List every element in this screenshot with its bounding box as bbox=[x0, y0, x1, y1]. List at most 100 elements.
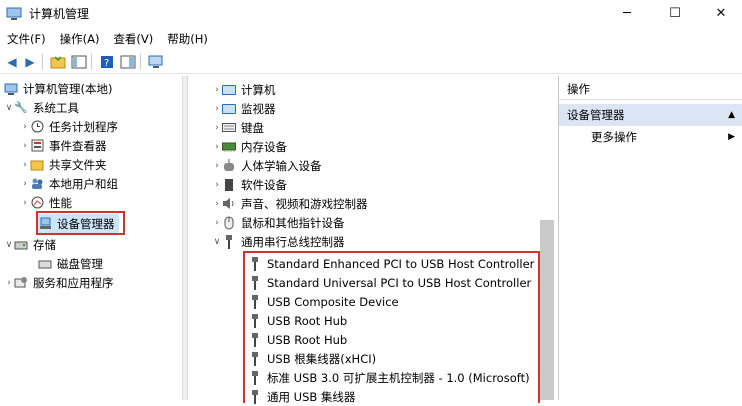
device-category-computer[interactable]: › 计算机 bbox=[212, 80, 275, 99]
vertical-scrollbar[interactable] bbox=[540, 220, 554, 400]
console-tree: 计算机管理(本地) ∨ 🔧 系统工具 › 任务计划程序 › 事件查看器 › 共享… bbox=[0, 76, 183, 400]
hid-icon bbox=[222, 159, 236, 173]
chevron-right-icon[interactable]: › bbox=[212, 161, 222, 171]
chevron-right-icon[interactable]: › bbox=[4, 278, 14, 288]
menu-bar: 文件(F) 操作(A) 查看(V) 帮助(H) bbox=[0, 29, 742, 49]
usb-device-item[interactable]: USB Composite Device bbox=[248, 292, 399, 311]
actions-device-manager[interactable]: 设备管理器 ▲ bbox=[559, 104, 742, 126]
minimize-button[interactable]: ─ bbox=[604, 0, 650, 27]
tree-item-storage[interactable]: ∨ 存储 bbox=[4, 235, 56, 254]
menu-file[interactable]: 文件(F) bbox=[7, 31, 46, 47]
tree-item-task-scheduler[interactable]: › 任务计划程序 bbox=[20, 117, 118, 136]
device-category-keyboard[interactable]: › 键盘 bbox=[212, 118, 264, 137]
menu-view[interactable]: 查看(V) bbox=[113, 31, 153, 47]
chevron-down-icon[interactable]: ∨ bbox=[4, 240, 14, 250]
chevron-right-icon[interactable]: › bbox=[20, 160, 30, 170]
submenu-arrow-icon: ▶ bbox=[728, 132, 735, 142]
folder-up-icon[interactable] bbox=[49, 53, 67, 71]
category-label: 内存设备 bbox=[241, 139, 287, 154]
back-icon[interactable]: ◀ bbox=[3, 53, 21, 71]
help-icon[interactable]: ? bbox=[98, 53, 116, 71]
device-category-monitor[interactable]: › 监视器 bbox=[212, 99, 276, 118]
chevron-right-icon[interactable]: › bbox=[20, 122, 30, 132]
tree-item-system-tools[interactable]: ∨ 🔧 系统工具 bbox=[4, 98, 79, 117]
speaker-icon bbox=[222, 197, 236, 211]
menu-action[interactable]: 操作(A) bbox=[60, 31, 100, 47]
usb-plug-icon bbox=[248, 294, 262, 309]
disk-icon bbox=[38, 257, 52, 271]
usb-plug-icon bbox=[248, 389, 262, 404]
shared-folder-icon bbox=[30, 158, 44, 172]
device-category-hid[interactable]: › 人体学输入设备 bbox=[212, 156, 321, 175]
tree-item-disk-management[interactable]: 磁盘管理 bbox=[38, 254, 103, 273]
usb-device-item[interactable]: 通用 USB 集线器 bbox=[248, 387, 355, 406]
tree-label: 任务计划程序 bbox=[49, 119, 118, 134]
mouse-icon bbox=[222, 216, 236, 230]
category-label: 键盘 bbox=[241, 120, 264, 135]
device-label: Standard Universal PCI to USB Host Contr… bbox=[267, 275, 532, 290]
usb-device-item[interactable]: USB 根集线器(xHCI) bbox=[248, 349, 376, 368]
device-category-software[interactable]: › 软件设备 bbox=[212, 175, 287, 194]
usb-icon bbox=[222, 234, 236, 249]
chevron-right-icon[interactable]: › bbox=[212, 123, 222, 133]
more-actions[interactable]: 更多操作 ▶ bbox=[559, 127, 742, 147]
window-title: 计算机管理 bbox=[29, 7, 90, 21]
usb-device-item[interactable]: USB Root Hub bbox=[248, 330, 347, 349]
chevron-right-icon[interactable]: › bbox=[20, 141, 30, 151]
collapse-up-icon[interactable]: ▲ bbox=[728, 110, 735, 120]
show-action-pane-icon[interactable] bbox=[119, 53, 137, 71]
device-category-memory[interactable]: › 内存设备 bbox=[212, 137, 287, 156]
device-label: 通用 USB 集线器 bbox=[267, 389, 356, 404]
device-label: USB Root Hub bbox=[267, 313, 348, 328]
tree-item-event-viewer[interactable]: › 事件查看器 bbox=[20, 136, 106, 155]
usb-device-item[interactable]: Standard Universal PCI to USB Host Contr… bbox=[248, 273, 531, 292]
forward-icon[interactable]: ▶ bbox=[21, 53, 39, 71]
chevron-right-icon[interactable]: › bbox=[212, 85, 222, 95]
chevron-down-icon[interactable]: ∨ bbox=[212, 237, 222, 247]
category-label: 软件设备 bbox=[241, 177, 287, 192]
device-manager-highlight bbox=[36, 211, 125, 235]
actions-pane: 操作 设备管理器 ▲ 更多操作 ▶ bbox=[558, 76, 742, 400]
usb-device-item[interactable]: 标准 USB 3.0 可扩展主机控制器 - 1.0 (Microsoft) bbox=[248, 368, 530, 387]
tree-label: 存储 bbox=[33, 237, 56, 252]
device-category-sound[interactable]: › 声音、视频和游戏控制器 bbox=[212, 194, 368, 213]
chevron-right-icon[interactable]: › bbox=[212, 142, 222, 152]
usb-plug-icon bbox=[248, 332, 262, 347]
chevron-right-icon[interactable]: › bbox=[20, 179, 30, 189]
tree-item-performance[interactable]: › 性能 bbox=[20, 193, 72, 212]
device-label: USB 根集线器(xHCI) bbox=[267, 351, 377, 366]
device-category-usb[interactable]: ∨ 通用串行总线控制器 bbox=[212, 232, 345, 251]
tree-item-shared-folders[interactable]: › 共享文件夹 bbox=[20, 155, 106, 174]
chevron-right-icon[interactable]: › bbox=[212, 199, 222, 209]
chevron-down-icon[interactable]: ∨ bbox=[4, 103, 14, 113]
tools-icon: 🔧 bbox=[14, 101, 28, 114]
properties-icon[interactable] bbox=[147, 53, 165, 71]
maximize-button[interactable]: ☐ bbox=[652, 0, 698, 27]
tree-item-local-users[interactable]: › 本地用户和组 bbox=[20, 174, 118, 193]
close-button[interactable]: ✕ bbox=[698, 0, 742, 27]
storage-icon bbox=[14, 238, 28, 252]
usb-device-item[interactable]: Standard Enhanced PCI to USB Host Contro… bbox=[248, 254, 534, 273]
show-tree-icon[interactable] bbox=[70, 53, 88, 71]
computer-icon bbox=[222, 83, 236, 97]
device-label: 标准 USB 3.0 可扩展主机控制器 - 1.0 (Microsoft) bbox=[267, 370, 530, 385]
category-label: 声音、视频和游戏控制器 bbox=[241, 196, 368, 211]
performance-icon bbox=[30, 196, 44, 210]
event-viewer-icon bbox=[30, 139, 44, 153]
usb-device-item[interactable]: USB Root Hub bbox=[248, 311, 347, 330]
device-label: USB Composite Device bbox=[267, 294, 399, 309]
computer-management-icon bbox=[6, 7, 22, 21]
device-category-mouse[interactable]: › 鼠标和其他指针设备 bbox=[212, 213, 344, 232]
services-icon bbox=[14, 276, 28, 290]
menu-help[interactable]: 帮助(H) bbox=[167, 31, 208, 47]
software-device-icon bbox=[222, 178, 236, 192]
chevron-right-icon[interactable]: › bbox=[212, 180, 222, 190]
chevron-right-icon[interactable]: › bbox=[212, 104, 222, 114]
tree-item-root[interactable]: 计算机管理(本地) bbox=[4, 79, 112, 98]
chevron-right-icon[interactable]: › bbox=[20, 198, 30, 208]
tree-label: 系统工具 bbox=[33, 100, 79, 115]
chevron-right-icon[interactable]: › bbox=[212, 218, 222, 228]
category-label: 通用串行总线控制器 bbox=[241, 234, 345, 249]
category-label: 监视器 bbox=[241, 101, 276, 116]
tree-item-services[interactable]: › 服务和应用程序 bbox=[4, 273, 113, 292]
